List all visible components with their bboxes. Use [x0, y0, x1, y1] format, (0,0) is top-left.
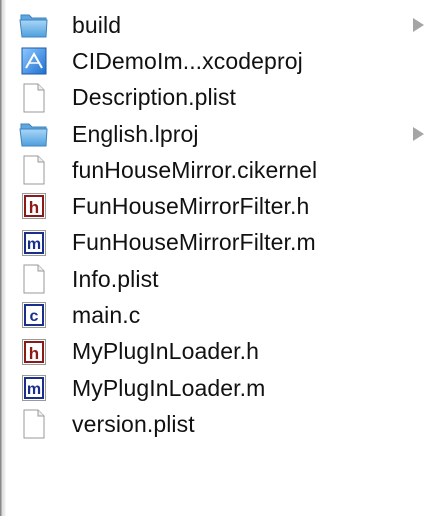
file-name: Description.plist [72, 84, 237, 111]
file-name: Info.plist [72, 265, 159, 292]
file-row-description-plist[interactable]: Description.plist [0, 80, 432, 116]
file-list: build CIDemoIm...xcodeproj Description.p… [0, 0, 432, 443]
file-name: MyPlugInLoader.m [72, 374, 266, 401]
file-name: FunHouseMirrorFilter.m [72, 229, 316, 256]
disclosure-triangle-icon[interactable] [413, 127, 424, 142]
file-row-xcodeproj[interactable]: CIDemoIm...xcodeproj [0, 43, 432, 79]
file-row-version-plist[interactable]: version.plist [0, 406, 432, 442]
folder-icon [19, 119, 49, 149]
file-row-info-plist[interactable]: Info.plist [0, 261, 432, 297]
disclosure-triangle-icon[interactable] [413, 18, 424, 33]
file-name: MyPlugInLoader.h [72, 338, 260, 365]
c-file-icon: c [19, 300, 49, 330]
badge-letter: h [29, 198, 39, 217]
folder-icon [19, 10, 49, 40]
file-row-loader-m[interactable]: m MyPlugInLoader.m [0, 370, 432, 406]
objc-file-icon: m [19, 373, 49, 403]
file-row-cikernel[interactable]: funHouseMirror.cikernel [0, 152, 432, 188]
xcode-project-icon [19, 46, 49, 76]
file-name: main.c [72, 302, 141, 329]
file-row-build[interactable]: build [0, 7, 432, 43]
file-name: CIDemoIm...xcodeproj [72, 47, 303, 74]
file-name: version.plist [72, 410, 195, 437]
badge-letter: h [29, 344, 39, 363]
badge-letter: c [30, 308, 39, 325]
header-file-icon: h [19, 191, 49, 221]
document-icon [19, 409, 49, 439]
file-row-english-lproj[interactable]: English.lproj [0, 116, 432, 152]
badge-letter: m [27, 381, 41, 398]
objc-file-icon: m [19, 228, 49, 258]
document-icon [19, 264, 49, 294]
file-row-loader-h[interactable]: h MyPlugInLoader.h [0, 334, 432, 370]
file-name: funHouseMirror.cikernel [72, 156, 318, 183]
header-file-icon: h [19, 337, 49, 367]
badge-letter: m [27, 236, 41, 253]
file-row-main-c[interactable]: c main.c [0, 297, 432, 333]
file-name: English.lproj [72, 120, 199, 147]
document-icon [19, 83, 49, 113]
file-name: FunHouseMirrorFilter.h [72, 193, 310, 220]
file-row-filter-m[interactable]: m FunHouseMirrorFilter.m [0, 225, 432, 261]
document-icon [19, 155, 49, 185]
file-name: build [72, 11, 122, 38]
file-row-filter-h[interactable]: h FunHouseMirrorFilter.h [0, 188, 432, 224]
